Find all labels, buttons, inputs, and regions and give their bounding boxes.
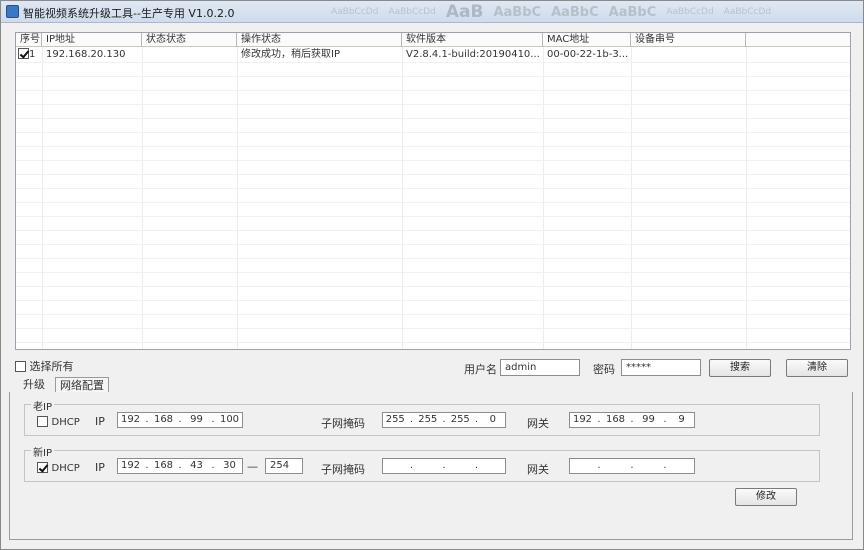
ghost-text: AaBbC xyxy=(551,4,599,20)
grid-row-line xyxy=(16,216,850,217)
old-mask-label: 子网掩码 xyxy=(321,417,365,430)
old-ip-group: 老IP DHCP IP 192. 168. 99. 100 子网掩码 255. 255.… xyxy=(24,398,820,436)
row-index: 1 xyxy=(29,49,36,60)
col-header-serial[interactable]: 设备串号 xyxy=(631,33,746,47)
new-ip-label: IP xyxy=(95,461,105,474)
cell-serial xyxy=(631,48,746,62)
grid-row-line xyxy=(16,244,850,245)
cell-mac: 00-00-22-1b-3... xyxy=(547,49,629,60)
tab-panel-network: 老IP DHCP IP 192. 168. 99. 100 子网掩码 255. 255.… xyxy=(9,392,853,540)
ghost-text: AaBbC xyxy=(608,4,657,20)
grid-divider xyxy=(543,47,544,349)
cell-version: V2.8.4.1-build:20190410... xyxy=(406,49,540,60)
new-gateway-field[interactable]: ... xyxy=(569,458,695,474)
grid-row-line xyxy=(16,90,850,91)
grid-row-line xyxy=(16,104,850,105)
col-header-op-status[interactable]: 操作状态 xyxy=(237,33,402,47)
cell-op-status: 修改成功，稍后获取IP xyxy=(241,49,340,60)
password-field[interactable]: ***** xyxy=(621,359,701,376)
background-ribbon-ghost: AaBbCcDd AaBbCcDd AaB AaBbC AaBbC AaBbC … xyxy=(331,2,771,22)
grid-row-line xyxy=(16,202,850,203)
grid-row-line xyxy=(16,174,850,175)
grid-row-line xyxy=(16,230,850,231)
grid-divider xyxy=(402,47,403,349)
tab-upgrade[interactable]: 升级 xyxy=(19,377,49,393)
col-header-ip[interactable]: IP地址 xyxy=(42,33,142,47)
grid-row-line xyxy=(16,328,850,329)
grid-row-line xyxy=(16,272,850,273)
password-label: 密码 xyxy=(593,363,615,376)
grid-row-line xyxy=(16,314,850,315)
title-bar: 智能视频系统升级工具--生产专用 V1.0.2.0 AaBbCcDd AaBbC… xyxy=(1,1,863,23)
old-dhcp[interactable]: DHCP xyxy=(37,415,80,428)
search-button[interactable]: 搜索 xyxy=(709,359,771,377)
new-ip-end-field[interactable]: 254 xyxy=(265,458,303,474)
grid-divider xyxy=(142,47,143,349)
new-gateway-label: 网关 xyxy=(527,463,549,476)
old-gateway-field[interactable]: 192. 168. 99. 9 xyxy=(569,412,695,428)
new-dhcp-label: DHCP xyxy=(51,463,80,474)
col-header-version[interactable]: 软件版本 xyxy=(402,33,543,47)
select-all[interactable]: 选择所有 xyxy=(15,358,74,374)
grid-row-line xyxy=(16,286,850,287)
old-dhcp-checkbox[interactable] xyxy=(37,416,48,427)
new-mask-label: 子网掩码 xyxy=(321,463,365,476)
ghost-text: AaBbCcDd xyxy=(723,7,772,17)
ghost-text: AaBbC xyxy=(493,4,542,20)
grid-row-line xyxy=(16,188,850,189)
grid-divider xyxy=(42,47,43,349)
list-header: 序号 IP地址 状态状态 操作状态 软件版本 MAC地址 设备串号 xyxy=(16,33,850,47)
app-window: 智能视频系统升级工具--生产专用 V1.0.2.0 AaBbCcDd AaBbC… xyxy=(0,0,864,550)
col-header-mac[interactable]: MAC地址 xyxy=(543,33,631,47)
clear-button[interactable]: 清除 xyxy=(786,359,848,377)
app-icon xyxy=(6,5,19,18)
window-title: 智能视频系统升级工具--生产专用 V1.0.2.0 xyxy=(23,7,235,20)
grid-row-line xyxy=(16,76,850,77)
old-ip-field[interactable]: 192. 168. 99. 100 xyxy=(117,412,243,428)
ghost-text: AaBbCcDd xyxy=(331,7,379,17)
old-gateway-label: 网关 xyxy=(527,417,549,430)
new-dhcp-checkbox[interactable] xyxy=(37,462,48,473)
col-header-index[interactable]: 序号 xyxy=(16,33,42,47)
grid-row-line xyxy=(16,62,850,63)
ghost-text: AaB xyxy=(445,2,484,22)
grid-divider xyxy=(237,47,238,349)
select-all-label: 选择所有 xyxy=(29,360,74,373)
grid-divider xyxy=(631,47,632,349)
old-ip-group-title: 老IP xyxy=(31,398,54,413)
new-mask-field[interactable]: ... xyxy=(382,458,506,474)
new-dhcp[interactable]: DHCP xyxy=(37,461,80,474)
ghost-text: AaBbCcDd xyxy=(388,7,436,17)
ip-range-separator: — xyxy=(247,460,258,473)
cell-ip: 192.168.20.130 xyxy=(46,49,126,60)
new-ip-field[interactable]: 192. 168. 43. 30 xyxy=(117,458,243,474)
username-label: 用户名 xyxy=(464,363,497,376)
col-header-status[interactable]: 状态状态 xyxy=(142,33,237,47)
old-ip-label: IP xyxy=(95,415,105,428)
row-checkbox[interactable] xyxy=(18,48,29,59)
grid-row-line xyxy=(16,342,850,343)
grid-row-line xyxy=(16,118,850,119)
grid-row-line xyxy=(16,160,850,161)
grid-row-line xyxy=(16,132,850,133)
new-ip-group-title: 新IP xyxy=(31,444,54,459)
ghost-text: AaBbCcDd xyxy=(666,7,714,17)
modify-button[interactable]: 修改 xyxy=(735,488,797,506)
table-row[interactable]: 1 192.168.20.130 修改成功，稍后获取IP V2.8.4.1-bu… xyxy=(16,48,746,62)
old-mask-field[interactable]: 255. 255. 255. 0 xyxy=(382,412,506,428)
tab-network-config[interactable]: 网络配置 xyxy=(55,377,109,393)
select-all-checkbox[interactable] xyxy=(15,361,26,372)
old-dhcp-label: DHCP xyxy=(51,417,80,428)
device-list[interactable]: 序号 IP地址 状态状态 操作状态 软件版本 MAC地址 设备串号 1 192.… xyxy=(15,32,851,350)
grid-divider xyxy=(746,47,747,349)
grid-row-line xyxy=(16,300,850,301)
grid-row-line xyxy=(16,258,850,259)
row-checkbox-cell[interactable]: 1 xyxy=(16,48,42,62)
username-field[interactable]: admin xyxy=(500,359,580,376)
grid-row-line xyxy=(16,146,850,147)
cell-status xyxy=(142,48,237,62)
new-ip-group: 新IP DHCP IP 192. 168. 43. 30 — 254 子网掩码 ...… xyxy=(24,444,820,482)
